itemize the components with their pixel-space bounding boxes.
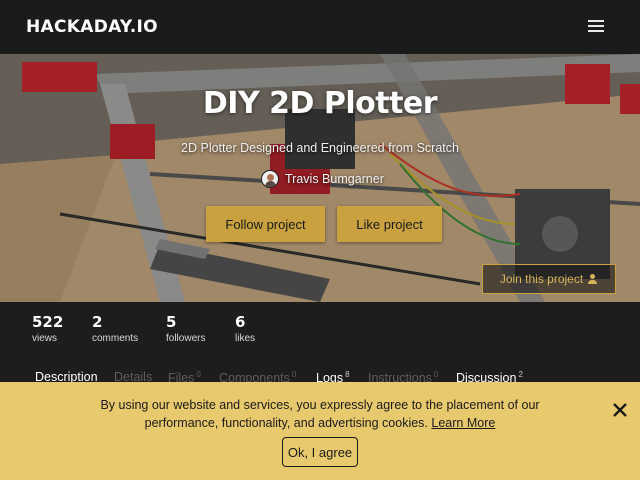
project-title: DIY 2D Plotter <box>202 86 438 121</box>
stat-number: 6 <box>235 313 246 331</box>
learn-more-link[interactable]: Learn More <box>431 416 495 430</box>
cookie-message: By using our website and services, you e… <box>80 396 560 432</box>
stat-likes: 6 likes <box>235 313 255 344</box>
stat-label: followers <box>166 333 206 344</box>
stat-label: likes <box>235 333 256 344</box>
person-add-icon <box>588 274 598 284</box>
stat-label: views <box>32 333 58 344</box>
stat-comments: 2 comments <box>92 313 138 344</box>
project-subtitle: 2D Plotter Designed and Engineered from … <box>181 141 459 155</box>
site-logo[interactable]: HACKADAY.IO <box>26 17 158 37</box>
cookie-banner: By using our website and services, you e… <box>0 382 640 480</box>
stat-label: comments <box>92 333 139 344</box>
like-project-button[interactable]: Like project <box>337 206 442 242</box>
stat-number: 2 <box>92 313 103 331</box>
stat-number: 522 <box>32 313 64 331</box>
stat-followers: 5 followers <box>166 313 205 344</box>
project-hero: DIY 2D Plotter 2D Plotter Designed and E… <box>0 54 640 302</box>
top-nav: HACKADAY.IO <box>0 0 640 54</box>
follow-project-button[interactable]: Follow project <box>206 206 325 242</box>
stat-number: 5 <box>166 313 177 331</box>
join-project-button[interactable]: Join this project <box>482 264 616 294</box>
close-icon[interactable] <box>612 402 628 418</box>
hamburger-menu-icon[interactable] <box>588 20 604 34</box>
stat-views: 522 views <box>32 313 63 344</box>
project-author[interactable]: Travis Bumgarner <box>261 169 384 189</box>
join-project-label: Join this project <box>499 272 584 286</box>
author-name[interactable]: Travis Bumgarner <box>285 172 384 186</box>
cookie-accept-button[interactable]: Ok, I agree <box>282 437 358 467</box>
avatar[interactable] <box>261 170 279 188</box>
